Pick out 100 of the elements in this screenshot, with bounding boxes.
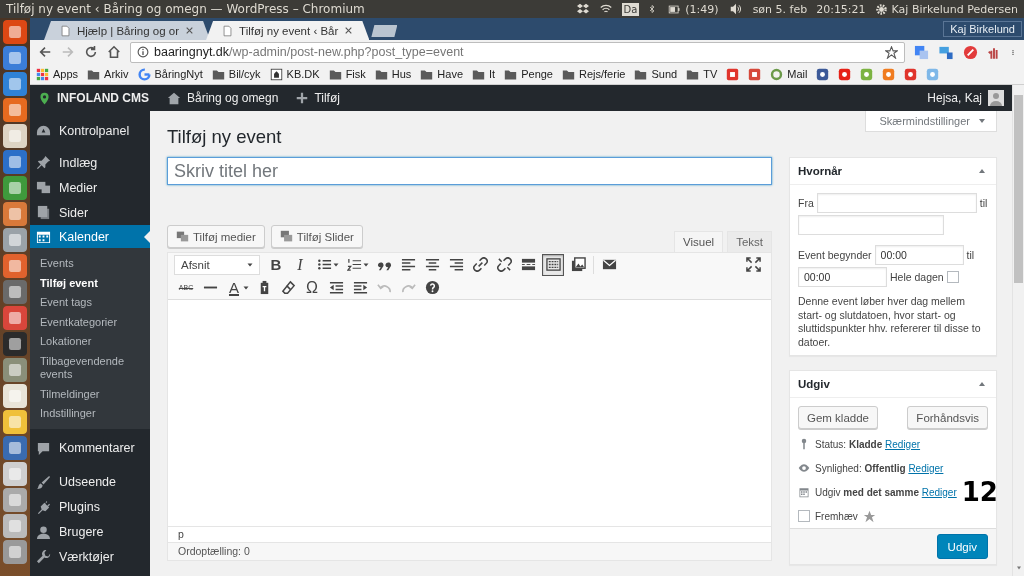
outdent-icon[interactable]: [328, 280, 344, 295]
indent-icon[interactable]: [352, 280, 368, 295]
bookmark-link[interactable]: Arkiv: [87, 67, 129, 81]
read-more-icon[interactable]: [520, 257, 536, 272]
menu-item[interactable]: Sider: [30, 200, 150, 225]
editor-tab[interactable]: Visuel: [674, 231, 724, 252]
submenu-item[interactable]: Tilbagevendende events: [30, 351, 150, 385]
bold-button[interactable]: B: [264, 253, 288, 276]
close-icon[interactable]: [344, 26, 354, 35]
image-gallery-icon[interactable]: [570, 257, 586, 272]
submenu-item[interactable]: Events: [30, 254, 150, 274]
edit-link[interactable]: Rediger: [921, 486, 957, 498]
bookmark-link[interactable]: Bil/cyk: [211, 67, 261, 81]
reload-icon[interactable]: [84, 45, 98, 59]
envelope-icon[interactable]: [601, 257, 617, 272]
menu-item[interactable]: Kalender: [30, 225, 150, 248]
app-launcher-icon[interactable]: [3, 384, 27, 408]
menu-item[interactable]: Kontrolpanel: [30, 118, 150, 143]
app-launcher-icon[interactable]: [3, 514, 27, 538]
dropbox-icon[interactable]: [575, 3, 590, 15]
add-media-button[interactable]: Tilføj medier: [167, 225, 265, 248]
close-icon[interactable]: [185, 26, 195, 35]
menu-item[interactable]: Udseende: [30, 469, 150, 495]
app-launcher-icon[interactable]: [3, 202, 27, 226]
home-icon[interactable]: [107, 45, 121, 59]
fullscreen-icon[interactable]: [745, 257, 761, 272]
eraser-icon[interactable]: [280, 280, 296, 295]
app-launcher-icon[interactable]: [3, 358, 27, 382]
bookmark-link[interactable]: Hus: [374, 67, 412, 81]
date-text[interactable]: søn 5. feb: [752, 2, 808, 16]
screen-options-button[interactable]: Skærmindstillinger: [864, 111, 997, 132]
favicon-icon[interactable]: [838, 67, 852, 81]
app-launcher-icon[interactable]: [3, 98, 27, 122]
menu-item[interactable]: Indlæg: [30, 150, 150, 175]
submenu-item[interactable]: Eventkategorier: [30, 312, 150, 332]
account-link[interactable]: Hejsa, Kaj: [927, 90, 1004, 106]
submenu-item[interactable]: Tilføj event: [30, 273, 150, 293]
app-launcher-icon[interactable]: [3, 462, 27, 486]
browser-tab[interactable]: Tilføj ny event ‹ Bår: [206, 21, 370, 40]
address-bar[interactable]: baaringnyt.dk/wp-admin/post-new.php?post_type=event: [130, 41, 905, 63]
app-launcher-icon[interactable]: [3, 150, 27, 174]
new-content-link[interactable]: Tilføj: [296, 91, 340, 105]
translate-icon[interactable]: [914, 44, 929, 60]
bookmark-link[interactable]: Apps: [36, 67, 79, 81]
app-launcher-icon[interactable]: [3, 124, 27, 148]
align-right-icon[interactable]: [448, 257, 464, 272]
bookmark-link[interactable]: KB.DK: [269, 67, 320, 81]
back-icon[interactable]: [38, 45, 52, 59]
menu-item[interactable]: Værktøjer: [30, 544, 150, 570]
app-launcher-icon[interactable]: [3, 540, 27, 564]
app-launcher-icon[interactable]: [3, 72, 27, 96]
app-launcher-icon[interactable]: [3, 488, 27, 512]
bookmark-link[interactable]: Have: [420, 67, 464, 81]
favicon-icon[interactable]: [904, 67, 918, 81]
bookmark-link[interactable]: Fisk: [328, 67, 366, 81]
app-launcher-icon[interactable]: [3, 176, 27, 200]
edit-link[interactable]: Rediger: [885, 438, 921, 450]
submenu-item[interactable]: Tilmeldinger: [30, 384, 150, 404]
clock-time[interactable]: 20:15:21: [816, 2, 866, 16]
extension-icon[interactable]: [938, 44, 954, 60]
bookmark-link[interactable]: Sund: [634, 67, 678, 81]
collapse-arrow-icon[interactable]: [978, 380, 986, 388]
add-slider-button[interactable]: Tilføj Slider: [270, 225, 363, 248]
italic-button[interactable]: I: [288, 253, 312, 276]
app-launcher-icon[interactable]: [3, 332, 27, 356]
bookmark-link[interactable]: Mail: [770, 67, 808, 81]
submenu-item[interactable]: Indstillinger: [30, 404, 150, 424]
app-launcher-icon[interactable]: [3, 280, 27, 304]
align-center-icon[interactable]: [424, 257, 440, 272]
menu-item[interactable]: Plugins: [30, 494, 150, 520]
favicon-icon[interactable]: [748, 67, 762, 81]
bookmark-link[interactable]: BåringNyt: [137, 67, 203, 81]
submenu-item[interactable]: Lokationer: [30, 332, 150, 352]
preview-button[interactable]: Forhåndsvis: [907, 406, 988, 429]
publish-button[interactable]: Udgiv: [936, 534, 988, 559]
user-name[interactable]: Kaj Birkelund Pedersen: [891, 2, 1018, 16]
collapse-arrow-icon[interactable]: [978, 167, 986, 175]
link-icon[interactable]: [472, 257, 488, 272]
bookmark-link[interactable]: Rejs/ferie: [562, 67, 626, 81]
featured-checkbox[interactable]: [798, 510, 810, 522]
unlink-icon[interactable]: [496, 257, 512, 272]
menu-item[interactable]: Kommentarer: [30, 435, 150, 461]
save-draft-button[interactable]: Gem kladde: [798, 406, 878, 429]
bluetooth-icon[interactable]: [648, 3, 657, 15]
editor-tab[interactable]: Tekst: [727, 231, 772, 252]
app-launcher-icon[interactable]: [3, 436, 27, 460]
date-field[interactable]: [798, 215, 944, 235]
menu-item[interactable]: Medier: [30, 175, 150, 200]
toolbar-toggle-button[interactable]: [542, 253, 564, 276]
site-name-link[interactable]: Båring og omegn: [167, 91, 279, 105]
extension-icon[interactable]: [963, 44, 978, 60]
special-character-button[interactable]: Ω: [300, 276, 324, 299]
edit-link[interactable]: Rediger: [908, 462, 944, 474]
star-icon[interactable]: [885, 45, 898, 59]
bulleted-list-icon[interactable]: [316, 257, 332, 272]
app-launcher-icon[interactable]: [3, 228, 27, 252]
all-day-checkbox[interactable]: [946, 271, 959, 283]
app-launcher-icon[interactable]: [3, 306, 27, 330]
submenu-item[interactable]: Event tags: [30, 293, 150, 313]
title-field[interactable]: Skriv titel her: [167, 157, 772, 185]
